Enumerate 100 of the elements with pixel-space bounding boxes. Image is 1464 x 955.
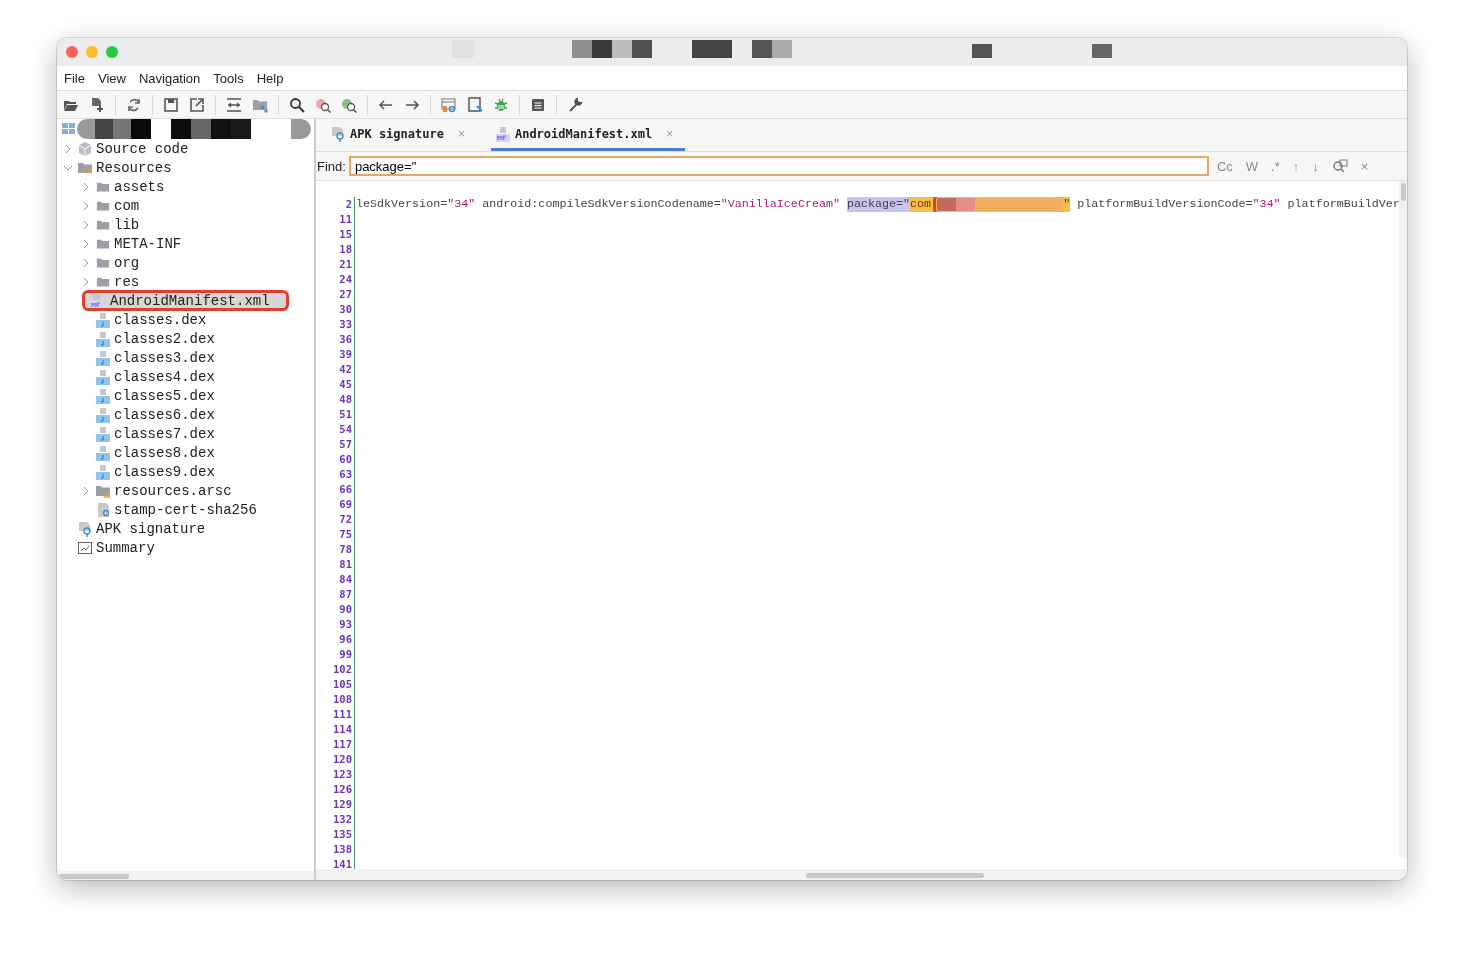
tree-item[interactable]: classes9.dex	[57, 462, 314, 481]
tree-item[interactable]: Resources	[57, 158, 314, 177]
signature-icon	[77, 520, 93, 537]
line-number: 2	[345, 197, 352, 212]
scrollbar-thumb[interactable]	[806, 872, 984, 878]
line-number: 108	[333, 692, 352, 707]
line-number: 105	[333, 677, 352, 692]
line-number: 120	[333, 752, 352, 767]
frame-cursor-icon[interactable]	[467, 96, 483, 113]
menu-item[interactable]: Tools	[208, 70, 249, 86]
line-number: 51	[339, 407, 352, 422]
tab[interactable]: APK signature ×	[326, 119, 477, 151]
tree-item[interactable]: classes2.dex	[57, 329, 314, 348]
line-number: 36	[339, 332, 352, 347]
tree-item[interactable]: resources.arsc	[57, 481, 314, 500]
dex-file-icon	[95, 349, 111, 366]
tree-item[interactable]: APK signature	[57, 519, 314, 538]
scrollbar-thumb[interactable]	[59, 873, 129, 879]
manifest-file-icon	[494, 125, 511, 142]
find-field[interactable]: package="	[348, 156, 1209, 176]
tree-item[interactable]: classes7.dex	[57, 424, 314, 443]
search-match: com	[910, 197, 932, 212]
line-number: 129	[333, 797, 352, 812]
tree-item[interactable]: classes5.dex	[57, 386, 314, 405]
save-icon[interactable]	[163, 96, 179, 113]
line-number: 57	[339, 437, 352, 452]
line-number: 45	[339, 377, 352, 392]
dex-file-icon	[95, 311, 111, 328]
add-file-icon[interactable]	[89, 96, 105, 113]
tree-item[interactable]: stamp-cert-sha256	[57, 500, 314, 519]
tree-item[interactable]: classes3.dex	[57, 348, 314, 367]
list-icon[interactable]	[530, 96, 546, 113]
tree-item[interactable]: classes4.dex	[57, 367, 314, 386]
menu-item[interactable]: File	[59, 70, 90, 86]
string-value: "VanillaIceCream"	[720, 197, 840, 212]
code-text: platformBuildVersionCode=	[1076, 197, 1253, 212]
tree-item[interactable]: classes.dex	[57, 310, 314, 329]
wrap-icon[interactable]	[226, 96, 242, 113]
search-class-icon[interactable]	[315, 96, 331, 113]
line-number: 93	[339, 617, 352, 632]
chart-window-icon	[77, 539, 93, 556]
line-number: 54	[339, 422, 352, 437]
line-number: 18	[339, 242, 352, 257]
line-number: 102	[333, 662, 352, 677]
window-gear-icon[interactable]	[441, 96, 457, 113]
scrollbar-thumb[interactable]	[1400, 183, 1406, 201]
search-results-icon[interactable]	[1331, 158, 1348, 174]
tree-item[interactable]: META-INF	[57, 234, 314, 253]
code-text: platformBuildVer	[1286, 197, 1400, 212]
sync-icon[interactable]	[126, 96, 142, 113]
string-value: "34"	[1252, 197, 1281, 212]
line-number: 30	[339, 302, 352, 317]
tree-item[interactable]: Source code	[57, 139, 314, 158]
search-match: "	[1063, 197, 1071, 212]
tree-item[interactable]: res	[57, 272, 314, 291]
certificate-icon	[95, 501, 111, 518]
line-number: 15	[339, 227, 352, 242]
tree-item[interactable]: classes8.dex	[57, 443, 314, 462]
find-label: Find:	[317, 158, 346, 174]
zoom-window-button[interactable]	[106, 46, 118, 58]
export-icon[interactable]	[189, 96, 205, 113]
line-number: 48	[339, 392, 352, 407]
dex-file-icon	[95, 444, 111, 461]
tree-item[interactable]: org	[57, 253, 314, 272]
search-method-icon[interactable]	[341, 96, 357, 113]
tree-item[interactable]: com	[57, 196, 314, 215]
menu-item[interactable]: Navigation	[133, 70, 206, 86]
tree-item[interactable]: lib	[57, 215, 314, 234]
tree-item[interactable]: AndroidManifest.xml	[83, 291, 288, 310]
dex-file-icon	[95, 406, 111, 423]
menu-item[interactable]: Help	[251, 70, 289, 86]
dex-file-icon	[95, 330, 111, 347]
line-number: 123	[333, 767, 352, 782]
line-number: 135	[333, 827, 352, 842]
line-number: 90	[339, 602, 352, 617]
line-number: 39	[339, 347, 352, 362]
dex-file-icon	[95, 368, 111, 385]
manifest-file-icon	[89, 292, 105, 309]
wrench-icon[interactable]	[567, 96, 583, 113]
menu-item[interactable]: View	[92, 70, 131, 86]
close-window-button[interactable]	[66, 46, 78, 58]
search-icon[interactable]	[289, 96, 305, 113]
line-number: 111	[333, 707, 352, 722]
code-text: android:compileSdkVersionCodename=	[481, 197, 721, 212]
line-number: 24	[339, 272, 352, 287]
find-option-button[interactable]: ↑	[1287, 158, 1305, 174]
tree-item[interactable]: classes6.dex	[57, 405, 314, 424]
line-number: 87	[339, 587, 352, 602]
line-number: 132	[333, 812, 352, 827]
string-value: "34"	[447, 197, 476, 212]
grid-icon	[61, 121, 77, 137]
bug-icon[interactable]	[493, 96, 509, 113]
find-option-button[interactable]: .*	[1266, 158, 1285, 174]
tree-item[interactable]: Summary	[57, 538, 314, 557]
line-number: 60	[339, 452, 352, 467]
tree-item[interactable]: assets	[57, 177, 314, 196]
line-number: 99	[339, 647, 352, 662]
dex-file-icon	[95, 425, 111, 442]
line-number: 114	[333, 722, 352, 737]
dex-file-icon	[95, 463, 111, 480]
